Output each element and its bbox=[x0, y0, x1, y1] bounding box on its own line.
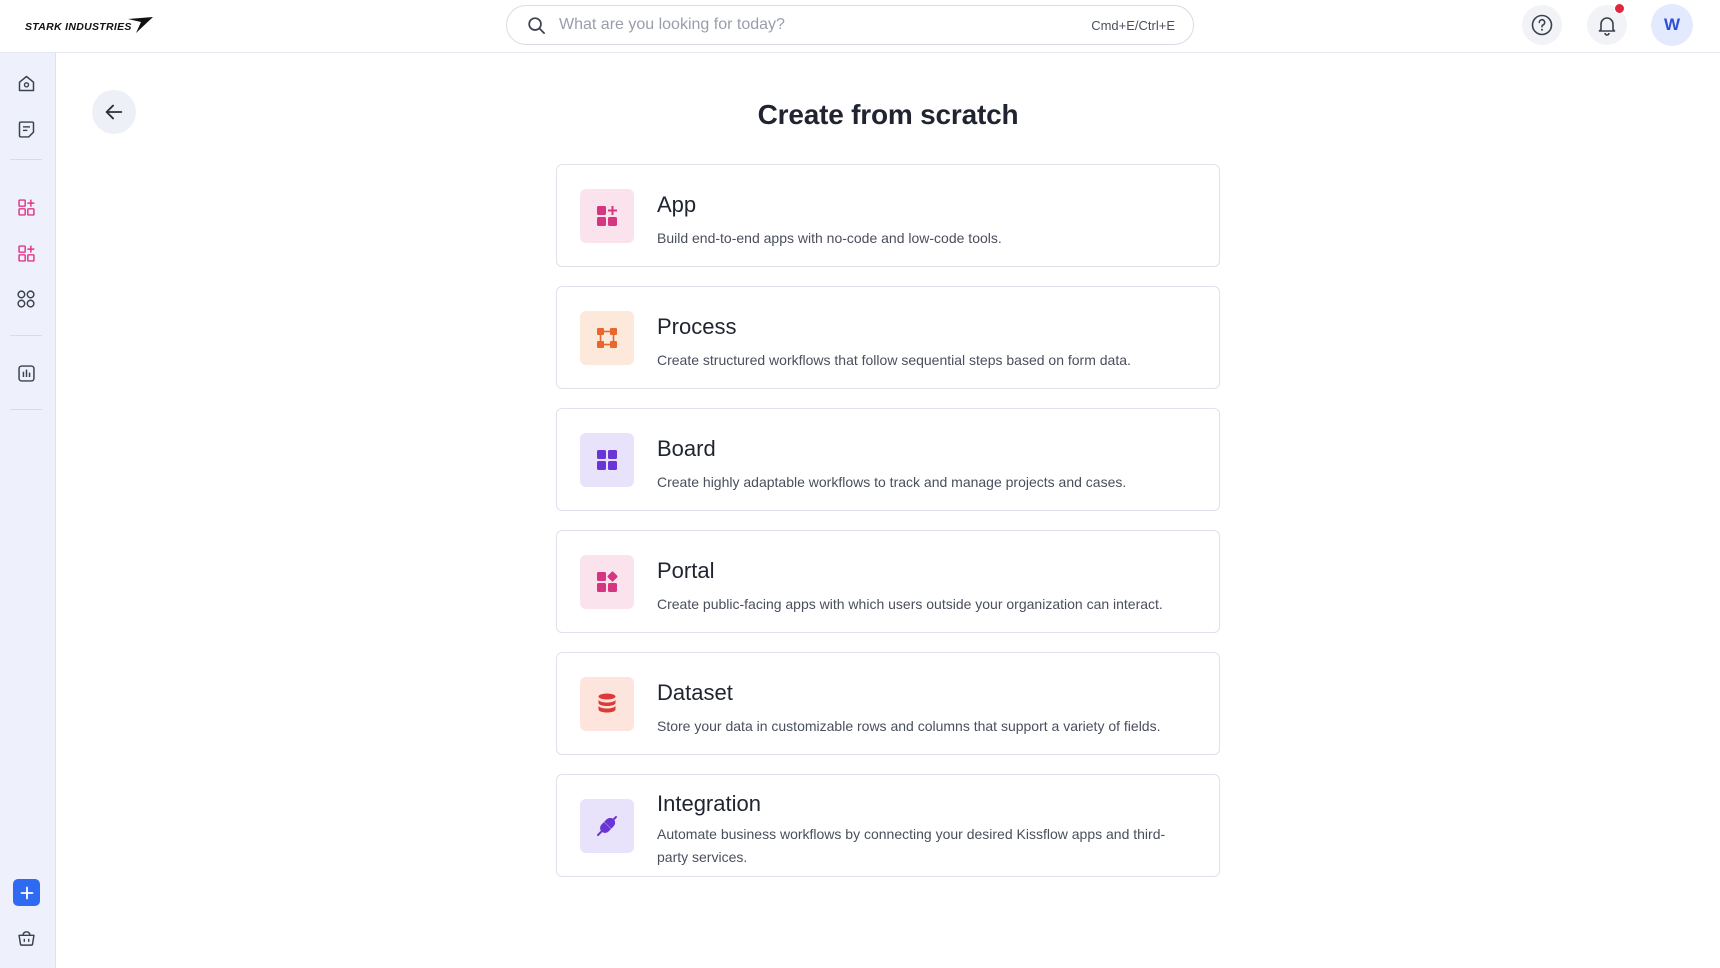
notifications-button[interactable] bbox=[1587, 3, 1627, 45]
create-dataset-card[interactable]: Dataset Store your data in customizable … bbox=[556, 652, 1220, 755]
card-title: Board bbox=[657, 436, 716, 461]
sidebar-item-home[interactable] bbox=[10, 67, 42, 99]
portal-icon bbox=[580, 555, 634, 609]
plus-icon bbox=[20, 886, 33, 899]
sidebar-item-create-app[interactable] bbox=[10, 191, 42, 223]
basket-icon bbox=[17, 930, 35, 946]
board-grid-icon bbox=[580, 433, 634, 487]
arrow-left-icon bbox=[105, 104, 123, 120]
create-integration-card[interactable]: Integration Automate business workflows … bbox=[556, 774, 1220, 877]
card-description: Create structured workflows that follow … bbox=[657, 352, 1131, 368]
card-description: Store your data in customizable rows and… bbox=[657, 718, 1161, 734]
user-avatar[interactable]: W bbox=[1651, 4, 1693, 46]
global-search[interactable]: Cmd+E/Ctrl+E bbox=[506, 5, 1194, 45]
sidebar-divider bbox=[10, 335, 42, 336]
help-button[interactable] bbox=[1522, 5, 1562, 45]
page-title: Create from scratch bbox=[757, 99, 1019, 130]
database-icon bbox=[580, 677, 634, 731]
card-description: Create highly adaptable workflows to tra… bbox=[657, 474, 1127, 490]
card-title: App bbox=[657, 192, 697, 217]
create-board-card[interactable]: Board Create highly adaptable workflows … bbox=[556, 408, 1220, 511]
process-flow-icon bbox=[580, 311, 634, 365]
sidebar-item-all-apps[interactable] bbox=[10, 283, 42, 315]
sidebar-item-notes[interactable] bbox=[10, 113, 42, 145]
back-button[interactable] bbox=[92, 90, 136, 134]
company-logo[interactable]: STARK INDUSTRIES bbox=[24, 10, 154, 40]
stark-logo-icon: STARK INDUSTRIES bbox=[25, 17, 153, 33]
bell-icon bbox=[1598, 17, 1616, 36]
sidebar-item-create-flow[interactable] bbox=[10, 237, 42, 269]
svg-text:STARK INDUSTRIES: STARK INDUSTRIES bbox=[25, 21, 132, 33]
sidebar-item-analytics[interactable] bbox=[10, 357, 42, 389]
card-description: Build end-to-end apps with no-code and l… bbox=[657, 230, 1002, 246]
app-add-icon bbox=[580, 189, 634, 243]
apps-add-icon bbox=[17, 244, 35, 262]
create-portal-card[interactable]: Portal Create public-facing apps with wh… bbox=[556, 530, 1220, 633]
notes-icon bbox=[18, 120, 34, 138]
home-icon bbox=[18, 75, 34, 91]
card-description: Create public-facing apps with which use… bbox=[657, 596, 1163, 612]
card-description: Automate business workflows by connectin… bbox=[657, 826, 1166, 865]
sidebar-add-button[interactable] bbox=[13, 879, 40, 906]
integration-link-icon bbox=[580, 799, 634, 853]
sidebar-item-marketplace[interactable] bbox=[10, 921, 42, 953]
search-input[interactable] bbox=[559, 10, 1059, 40]
sidebar-divider bbox=[10, 409, 42, 410]
create-app-card[interactable]: App Build end-to-end apps with no-code a… bbox=[556, 164, 1220, 267]
top-bar: STARK INDUSTRIES Cmd+E/Ctrl+E W bbox=[0, 0, 1720, 53]
card-title: Dataset bbox=[657, 680, 733, 705]
question-circle-icon bbox=[1531, 14, 1553, 36]
create-process-card[interactable]: Process Create structured workflows that… bbox=[556, 286, 1220, 389]
apps-add-icon bbox=[17, 198, 35, 216]
grid-circles-icon bbox=[17, 290, 35, 308]
search-icon bbox=[525, 14, 547, 36]
sidebar-divider bbox=[10, 159, 42, 160]
card-title: Process bbox=[657, 314, 737, 339]
search-shortcut-hint: Cmd+E/Ctrl+E bbox=[1091, 18, 1175, 33]
left-sidebar bbox=[0, 53, 56, 968]
notification-badge bbox=[1614, 3, 1625, 14]
card-title: Integration bbox=[657, 791, 761, 816]
card-title: Portal bbox=[657, 558, 715, 583]
analytics-icon bbox=[17, 364, 35, 382]
